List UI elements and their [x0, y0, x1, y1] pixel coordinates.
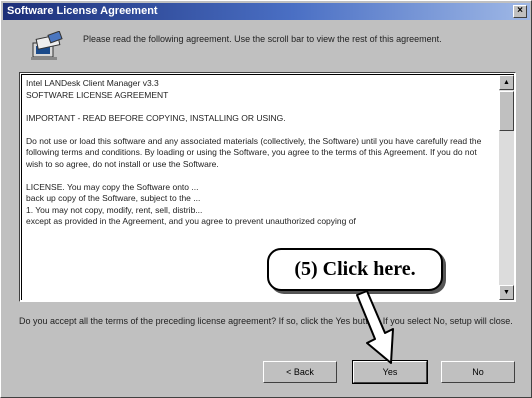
- instruction-callout: (5) Click here.: [267, 248, 443, 291]
- close-icon: ×: [517, 5, 523, 16]
- scroll-thumb[interactable]: [499, 91, 514, 131]
- computer-setup-icon: [31, 31, 63, 60]
- scroll-up-button[interactable]: ▲: [499, 75, 514, 90]
- window-title: Software License Agreement: [7, 5, 158, 17]
- accept-question: Do you accept all the terms of the prece…: [19, 316, 513, 326]
- pointer-arrow-icon: [356, 290, 394, 364]
- license-dialog: Software License Agreement × Please read…: [0, 0, 532, 398]
- arrow-up-icon: ▲: [503, 79, 510, 86]
- back-button[interactable]: < Back: [263, 361, 337, 383]
- scroll-down-button[interactable]: ▼: [499, 285, 514, 300]
- vertical-scrollbar[interactable]: ▲ ▼: [499, 75, 514, 300]
- no-button[interactable]: No: [441, 361, 515, 383]
- arrow-down-icon: ▼: [503, 289, 510, 296]
- intro-text: Please read the following agreement. Use…: [83, 34, 442, 44]
- close-button[interactable]: ×: [513, 5, 527, 18]
- title-bar[interactable]: Software License Agreement ×: [3, 3, 530, 20]
